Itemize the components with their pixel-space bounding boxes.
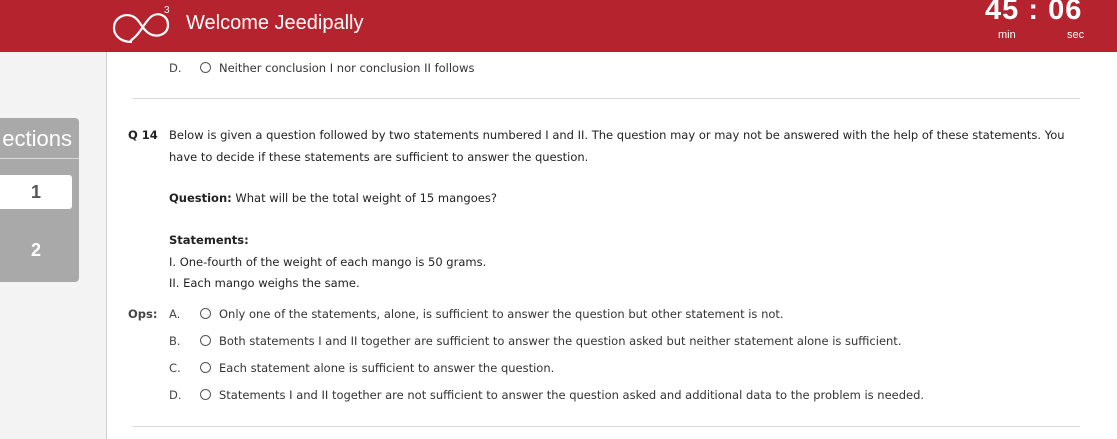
section-2-button[interactable]: 2 [0, 233, 72, 267]
radio-button[interactable] [200, 362, 211, 373]
timer-sec-label: sec [1067, 29, 1085, 41]
section-1-button[interactable]: 1 [0, 175, 72, 209]
top-header: 3 Welcome Jeedipally 45 : 06 min sec [0, 0, 1117, 52]
option-text: Only one of the statements, alone, is su… [219, 307, 784, 321]
countdown-timer: 45 : 06 [985, 0, 1082, 27]
option-letter: D. [169, 61, 182, 75]
question-panel: D. Neither conclusion I nor conclusion I… [106, 52, 1117, 439]
question-divider [133, 98, 1080, 99]
option-text: Statements I and II together are not suf… [219, 388, 925, 402]
radio-button[interactable] [200, 389, 211, 400]
statements-label: Statements: [169, 233, 249, 247]
timer-minutes: 45 [985, 0, 1020, 26]
option-text: Neither conclusion I nor conclusion II f… [219, 61, 475, 75]
sections-divider [0, 158, 79, 159]
option-letter: B. [169, 334, 181, 348]
radio-button[interactable] [200, 335, 211, 346]
option-letter: A. [169, 307, 181, 321]
timer-min-label: min [998, 29, 1016, 41]
option-letter: C. [169, 361, 181, 375]
radio-button[interactable] [200, 308, 211, 319]
logo-icon: 3 [112, 5, 170, 44]
radio-button[interactable] [200, 62, 211, 73]
question-label: Question: [169, 191, 232, 205]
timer-separator: : [1028, 0, 1039, 26]
welcome-text: Welcome Jeedipally [186, 12, 364, 34]
question-intro-line-2: have to decide if these statements are s… [169, 150, 589, 164]
statement-2: II. Each mango weighs the same. [169, 276, 360, 290]
option-letter: D. [169, 388, 182, 402]
sections-title: ections [2, 126, 72, 151]
question-number: Q 14 [128, 128, 158, 142]
sections-panel: ections 1 2 [0, 118, 79, 282]
svg-text:3: 3 [164, 5, 170, 16]
statement-1: I. One-fourth of the weight of each mang… [169, 255, 487, 269]
option-text: Each statement alone is sufficient to an… [219, 361, 555, 375]
question-text: What will be the total weight of 15 mang… [231, 191, 497, 205]
bottom-divider [133, 426, 1080, 427]
timer-seconds: 06 [1048, 0, 1083, 26]
question-prompt: Question: What will be the total weight … [169, 191, 497, 205]
options-label: Ops: [128, 307, 158, 321]
question-intro-line-1: Below is given a question followed by tw… [169, 128, 1065, 142]
option-text: Both statements I and II together are su… [219, 334, 902, 348]
